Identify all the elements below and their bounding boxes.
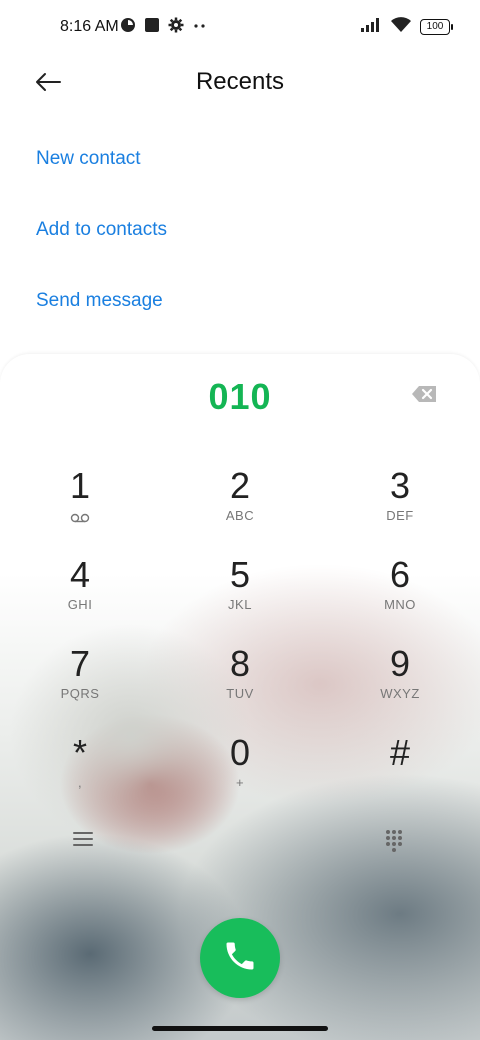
key-letters: MNO — [384, 597, 416, 612]
key-digit: 0 — [229, 732, 251, 773]
key-letters: ABC — [225, 508, 255, 523]
new-contact-link[interactable]: New contact — [36, 148, 141, 170]
key-digit: * — [72, 732, 87, 773]
status-time: 8:16 AM — [60, 18, 119, 35]
home-indicator[interactable] — [152, 1026, 328, 1031]
key-4[interactable]: 4 GHI — [20, 555, 140, 635]
dialed-number: 010 — [208, 376, 272, 417]
status-icons-right: 100 — [360, 16, 453, 38]
menu-icon — [72, 832, 94, 852]
wifi-icon — [390, 16, 412, 38]
phone-icon — [222, 938, 258, 979]
key-digit: # — [389, 732, 411, 773]
more-dots-icon — [192, 17, 208, 38]
battery-icon: 100 — [420, 19, 453, 35]
key-0[interactable]: 0 + — [180, 733, 300, 813]
key-8[interactable]: 8 TUV — [180, 644, 300, 724]
dialpad-grid-icon — [384, 830, 404, 858]
key-hash[interactable]: # — [340, 733, 460, 813]
key-2[interactable]: 2 ABC — [180, 466, 300, 546]
key-3[interactable]: 3 DEF — [340, 466, 460, 546]
key-5[interactable]: 5 JKL — [180, 555, 300, 635]
key-letters: WXYZ — [380, 686, 420, 701]
backspace-icon — [410, 386, 438, 408]
key-digit: 6 — [389, 554, 411, 595]
key-letters: PQRS — [60, 686, 100, 701]
key-letters: + — [235, 775, 245, 790]
data-saver-icon — [120, 17, 136, 38]
dialpad-panel: 010 1 2 ABC 3 DEF 4 GHI 5 JKL 6 MNO 7 PQ… — [0, 354, 480, 1040]
key-letters: GHI — [67, 597, 93, 612]
key-7[interactable]: 7 PQRS — [20, 644, 140, 724]
key-digit: 1 — [69, 465, 91, 506]
status-bar: 8:16 AM 100 — [0, 0, 480, 56]
header: Recents — [0, 56, 480, 112]
key-digit: 2 — [229, 465, 251, 506]
key-9[interactable]: 9 WXYZ — [340, 644, 460, 724]
dialpad-toggle-button[interactable] — [384, 828, 408, 856]
page-title: Recents — [195, 68, 285, 95]
status-icons-left — [120, 17, 208, 38]
key-digit: 5 — [229, 554, 251, 595]
key-letters: , — [77, 775, 83, 790]
menu-button[interactable] — [72, 830, 100, 854]
key-1[interactable]: 1 — [20, 466, 140, 546]
key-digit: 7 — [69, 643, 91, 684]
send-message-link[interactable]: Send message — [36, 290, 163, 312]
key-letters: DEF — [386, 508, 414, 523]
key-digit: 9 — [389, 643, 411, 684]
backspace-button[interactable] — [410, 384, 444, 408]
key-star[interactable]: * , — [20, 733, 140, 813]
signal-icon — [360, 17, 382, 38]
settings-gear-icon — [168, 17, 184, 38]
key-digit: 4 — [69, 554, 91, 595]
square-notification-icon — [144, 17, 160, 38]
key-digit: 3 — [389, 465, 411, 506]
voicemail-icon — [20, 510, 140, 528]
key-6[interactable]: 6 MNO — [340, 555, 460, 635]
key-digit: 8 — [229, 643, 251, 684]
key-letters: JKL — [228, 597, 252, 612]
add-to-contacts-link[interactable]: Add to contacts — [36, 219, 167, 241]
key-letters: TUV — [226, 686, 254, 701]
call-button[interactable] — [200, 918, 280, 998]
